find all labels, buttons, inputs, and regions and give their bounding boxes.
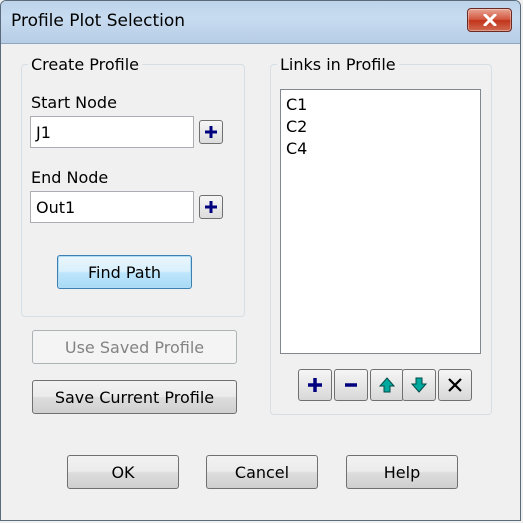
remove-link-button[interactable] [334, 369, 368, 401]
move-down-button[interactable] [402, 369, 436, 401]
plus-icon [205, 126, 217, 138]
help-button[interactable]: Help [346, 455, 458, 489]
add-link-button[interactable] [298, 369, 332, 401]
start-node-field[interactable]: J1 [30, 116, 194, 148]
close-icon [483, 14, 496, 26]
save-current-profile-button[interactable]: Save Current Profile [32, 380, 237, 414]
plus-icon [205, 201, 217, 213]
delete-link-button[interactable] [438, 369, 472, 401]
add-end-node-button[interactable] [199, 195, 223, 219]
close-button[interactable] [467, 8, 512, 32]
dialog-window: Profile Plot Selection Create Profile St… [0, 0, 521, 521]
minus-icon [345, 383, 357, 387]
end-node-label: End Node [31, 168, 109, 187]
ok-button[interactable]: OK [67, 455, 179, 489]
window-title: Profile Plot Selection [11, 11, 186, 31]
links-listbox[interactable]: C1 C2 C4 [280, 89, 481, 354]
delete-icon [448, 378, 462, 392]
list-item[interactable]: C1 [281, 94, 480, 116]
create-profile-legend: Create Profile [31, 55, 139, 74]
plus-icon [308, 378, 322, 392]
links-in-profile-legend: Links in Profile [280, 55, 396, 74]
arrow-down-icon [411, 377, 427, 393]
end-node-field[interactable]: Out1 [30, 191, 194, 223]
list-item[interactable]: C4 [281, 138, 480, 160]
arrow-up-icon [379, 377, 395, 393]
dialog-body: Create Profile Start Node J1 End Node Ou… [10, 44, 513, 514]
cancel-button[interactable]: Cancel [206, 455, 318, 489]
start-node-label: Start Node [31, 93, 117, 112]
find-path-button[interactable]: Find Path [57, 255, 192, 289]
title-bar[interactable]: Profile Plot Selection [1, 1, 520, 44]
move-up-button[interactable] [370, 369, 404, 401]
use-saved-profile-button[interactable]: Use Saved Profile [32, 330, 237, 364]
list-item[interactable]: C2 [281, 116, 480, 138]
add-start-node-button[interactable] [199, 120, 223, 144]
